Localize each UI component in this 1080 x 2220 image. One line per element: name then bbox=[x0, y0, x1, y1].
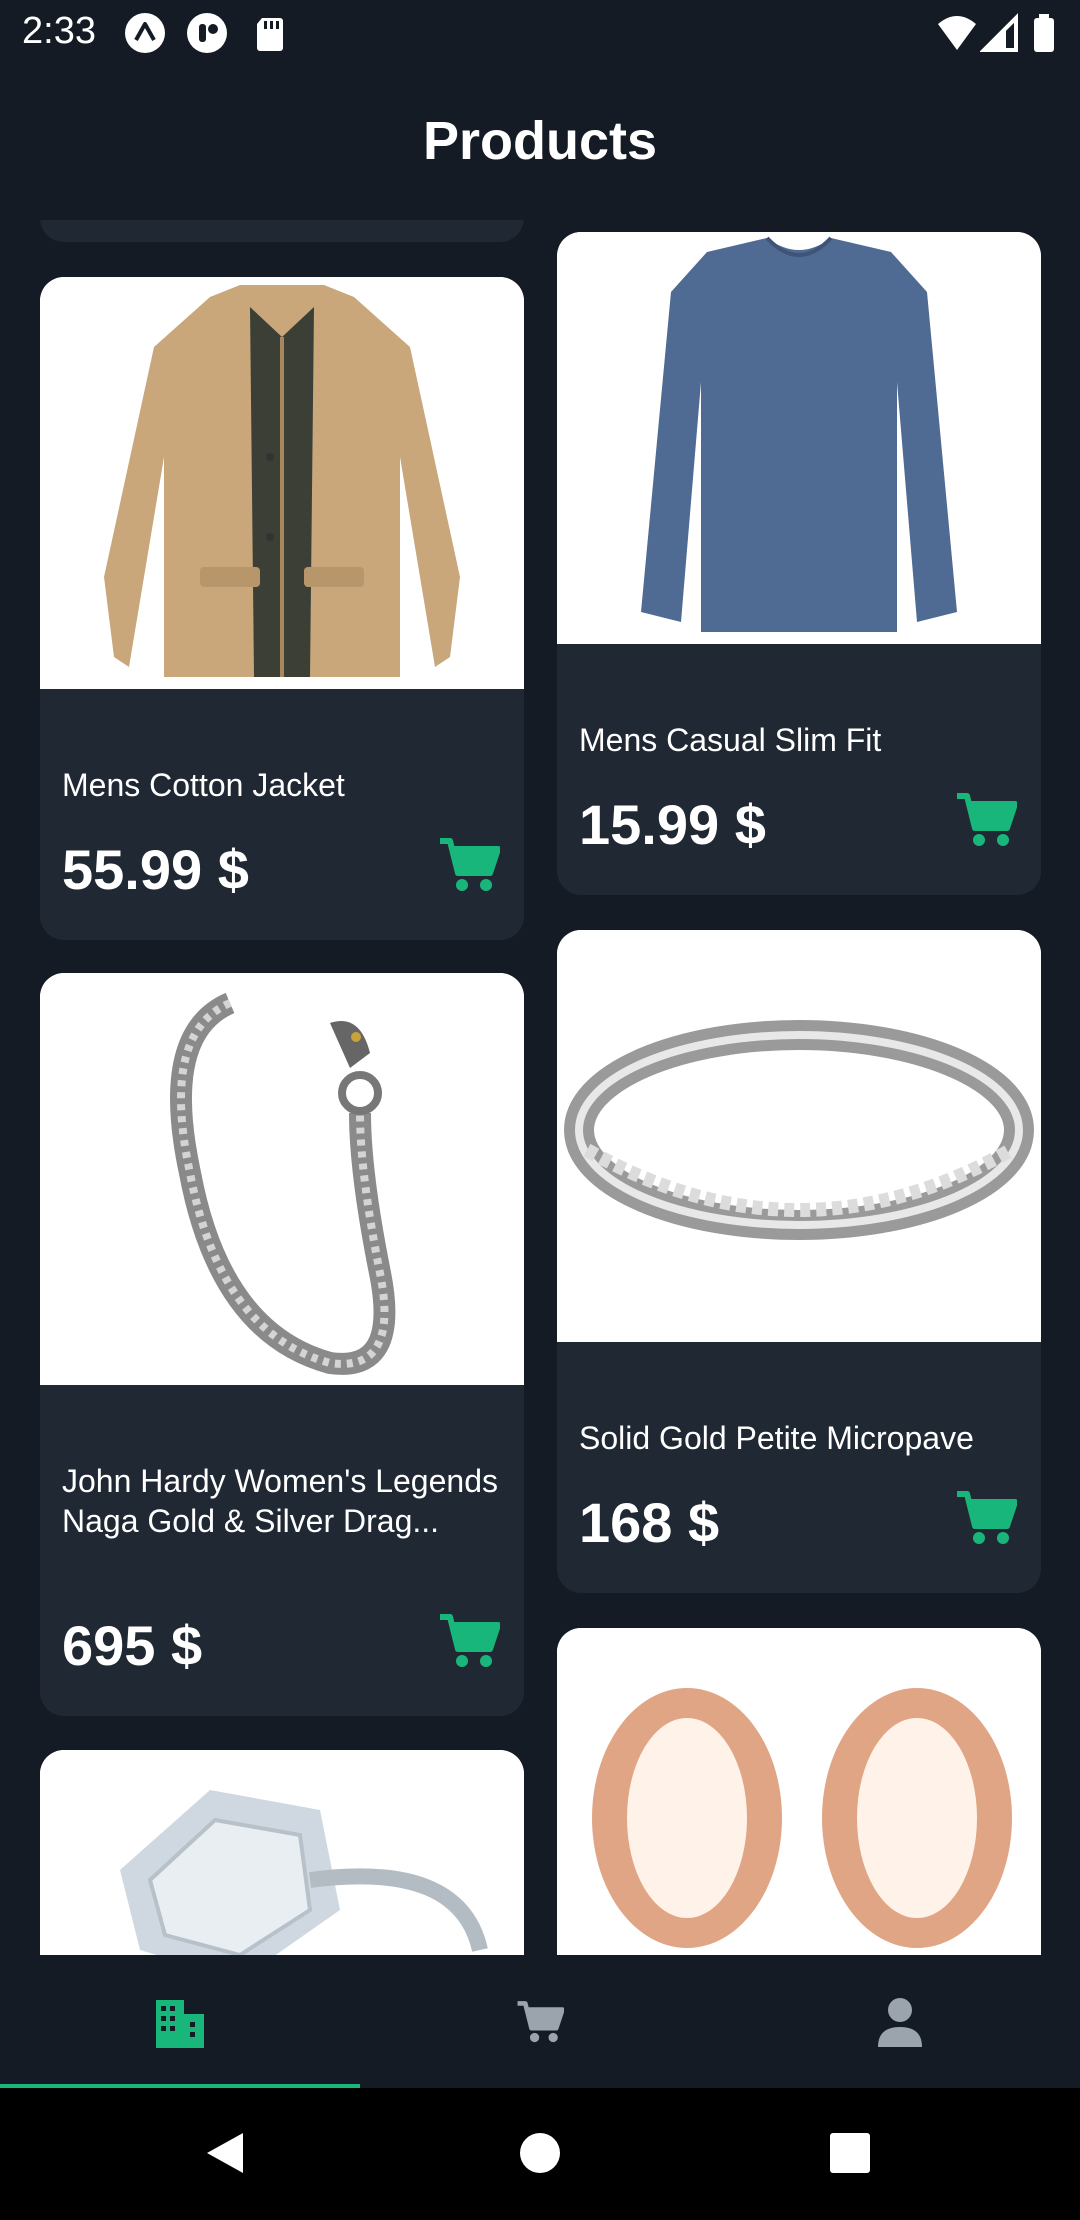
product-title: Mens Cotton Jacket bbox=[62, 767, 345, 803]
battery-icon bbox=[1030, 12, 1060, 54]
status-time: 2:33 bbox=[22, 10, 96, 52]
add-to-cart-button[interactable] bbox=[955, 1490, 1018, 1546]
add-to-cart-button[interactable] bbox=[438, 1613, 501, 1669]
product-price: 15.99 $ bbox=[579, 793, 766, 856]
product-price: 168 $ bbox=[579, 1491, 720, 1554]
app-notification-icon bbox=[186, 12, 228, 54]
cart-icon bbox=[517, 2000, 564, 2042]
product-card[interactable]: John Hardy Women's Legends Naga Gold & S… bbox=[40, 973, 524, 1716]
product-title: John Hardy Women's Legends Naga Gold & S… bbox=[62, 1463, 498, 1539]
recents-button[interactable] bbox=[815, 2118, 885, 2188]
add-to-cart-button[interactable] bbox=[955, 792, 1018, 848]
person-icon bbox=[878, 1997, 922, 2047]
back-triangle-icon bbox=[207, 2133, 243, 2173]
signal-icon bbox=[979, 12, 1022, 54]
page-title: Products bbox=[422, 111, 658, 171]
product-card[interactable]: Mens Cotton Jacket 55.99 $ bbox=[40, 277, 524, 940]
nav-item-products[interactable] bbox=[0, 1955, 360, 2088]
back-button[interactable] bbox=[190, 2118, 260, 2188]
sd-card-icon bbox=[250, 12, 292, 54]
bottom-navigation bbox=[0, 1955, 1080, 2088]
add-to-cart-button[interactable] bbox=[438, 837, 501, 893]
product-image bbox=[40, 1750, 524, 1955]
product-price: 695 $ bbox=[62, 1614, 203, 1677]
nav-item-profile[interactable] bbox=[720, 1955, 1080, 2088]
product-card-partial[interactable] bbox=[40, 220, 524, 242]
screen: 2:33 Products Mens Cotton Jacket 55.99 $… bbox=[0, 0, 1080, 2220]
recents-square-icon bbox=[830, 2133, 870, 2173]
nav-item-cart[interactable] bbox=[360, 1955, 720, 2088]
product-title: Mens Casual Slim Fit bbox=[579, 722, 882, 758]
product-price: 55.99 $ bbox=[62, 838, 249, 901]
product-image bbox=[40, 973, 524, 1385]
product-image bbox=[40, 277, 524, 689]
product-card[interactable] bbox=[557, 1628, 1041, 1955]
system-navigation-bar bbox=[0, 2088, 1080, 2220]
product-card[interactable] bbox=[40, 1750, 524, 1955]
home-button[interactable] bbox=[505, 2118, 575, 2188]
status-bar: 2:33 bbox=[0, 0, 1080, 66]
wifi-icon bbox=[936, 12, 978, 54]
product-image bbox=[557, 1628, 1041, 1955]
product-grid[interactable]: Mens Cotton Jacket 55.99 $ Mens Casual S… bbox=[0, 220, 1080, 1955]
product-card[interactable]: Mens Casual Slim Fit 15.99 $ bbox=[557, 232, 1041, 895]
expo-icon bbox=[124, 12, 166, 54]
product-image bbox=[557, 930, 1041, 1342]
product-card[interactable]: Solid Gold Petite Micropave 168 $ bbox=[557, 930, 1041, 1593]
home-circle-icon bbox=[520, 2133, 560, 2173]
building-icon bbox=[156, 1999, 204, 2048]
product-image bbox=[557, 232, 1041, 644]
product-title: Solid Gold Petite Micropave bbox=[579, 1420, 974, 1456]
